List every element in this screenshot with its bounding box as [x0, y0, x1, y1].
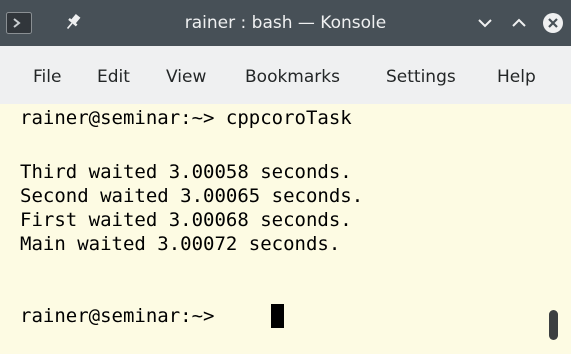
- menu-edit[interactable]: Edit: [97, 66, 130, 88]
- chevron-up-icon[interactable]: [508, 12, 530, 34]
- terminal-line: Third waited 3.00058 seconds.: [20, 161, 352, 183]
- terminal-line: rainer@seminar:~> cppcoroTask: [20, 107, 352, 129]
- konsole-window: rainer : bash — Konsole File Edit View B…: [0, 0, 571, 354]
- menu-settings[interactable]: Settings: [386, 66, 456, 88]
- terminal-line: Main waited 3.00072 seconds.: [20, 233, 341, 255]
- menu-help[interactable]: Help: [497, 66, 536, 88]
- terminal-line: First waited 3.00068 seconds.: [20, 209, 352, 231]
- menu-bar: File Edit View Bookmarks Settings Help: [0, 46, 571, 105]
- menu-view[interactable]: View: [166, 66, 206, 88]
- menu-file[interactable]: File: [33, 66, 61, 88]
- terminal-prompt: rainer@seminar:~>: [20, 305, 226, 327]
- close-icon[interactable]: [542, 12, 564, 34]
- menu-bookmarks[interactable]: Bookmarks: [245, 66, 340, 88]
- chevron-down-icon[interactable]: [474, 12, 496, 34]
- terminal-cursor: [271, 304, 284, 328]
- title-bar[interactable]: rainer : bash — Konsole: [0, 0, 571, 46]
- scrollbar-handle[interactable]: [549, 310, 558, 340]
- terminal-line: Second waited 3.00065 seconds.: [20, 185, 364, 207]
- terminal-output[interactable]: rainer@seminar:~> cppcoroTask Third wait…: [0, 104, 571, 354]
